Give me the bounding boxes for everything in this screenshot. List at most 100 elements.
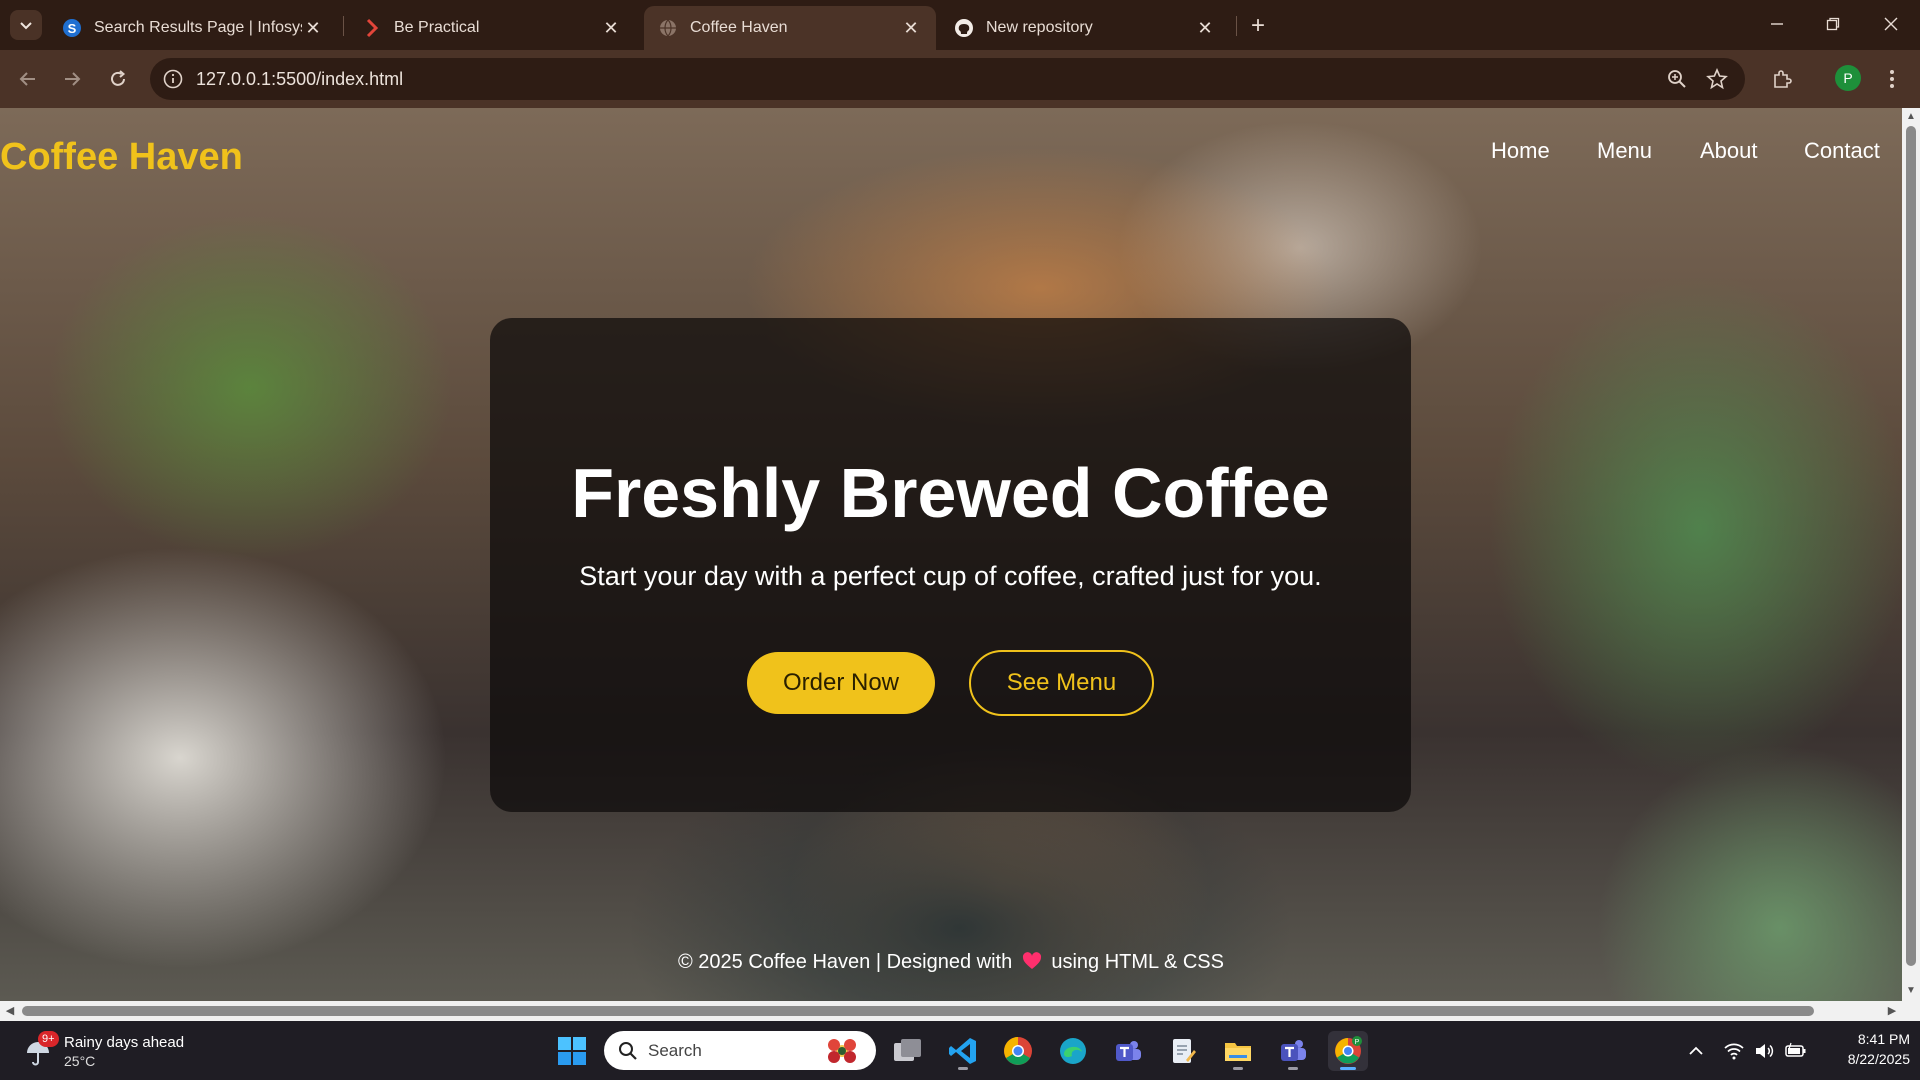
extensions-button[interactable]	[1766, 63, 1798, 95]
order-now-button[interactable]: Order Now	[747, 652, 935, 714]
hero-title: Freshly Brewed Coffee	[571, 454, 1330, 532]
zoom-icon[interactable]	[1666, 68, 1688, 90]
minimize-button[interactable]	[1754, 8, 1800, 40]
chrome-icon	[1004, 1037, 1032, 1065]
teams-taskbar-app[interactable]	[1108, 1031, 1148, 1071]
task-view-button[interactable]	[888, 1031, 928, 1071]
forward-button[interactable]	[56, 63, 88, 95]
volume-icon[interactable]	[1754, 1041, 1774, 1061]
reload-icon	[111, 70, 126, 86]
back-button[interactable]	[12, 63, 44, 95]
close-icon[interactable]: ✕	[302, 17, 324, 39]
site-navbar: Coffee Haven Home Menu About Contact	[0, 108, 1902, 208]
footer-copyright: © 2025 Coffee Haven | Designed with	[678, 951, 1013, 973]
close-icon[interactable]: ✕	[600, 17, 622, 39]
search-highlight-flower-icon	[822, 1035, 862, 1067]
chevron-down-icon	[20, 22, 32, 30]
chrome-icon: P	[1335, 1036, 1362, 1064]
github-icon	[954, 18, 974, 38]
nav-link-about[interactable]: About	[1700, 138, 1758, 164]
svg-text:P: P	[1355, 1039, 1360, 1046]
notification-badge: 9+	[38, 1031, 59, 1047]
running-indicator	[958, 1067, 968, 1070]
footer-tech: using HTML & CSS	[1051, 951, 1224, 973]
close-window-button[interactable]	[1868, 8, 1914, 40]
system-clock[interactable]: 8:41 PM 8/22/2025	[1820, 1029, 1910, 1069]
forward-arrow-icon	[65, 72, 81, 86]
active-indicator	[1340, 1067, 1356, 1070]
bookmark-star-icon[interactable]	[1706, 67, 1728, 90]
scroll-down-arrow-icon[interactable]: ▼	[1906, 986, 1916, 996]
profile-avatar[interactable]: P	[1835, 65, 1861, 91]
nav-link-contact[interactable]: Contact	[1804, 138, 1880, 164]
tab-divider	[1236, 16, 1237, 36]
horizontal-scrollbar[interactable]: ◀ ▶	[0, 1001, 1920, 1021]
tab-strip: S Search Results Page | Infosys Sp ✕ Be …	[0, 0, 1920, 50]
site-footer: © 2025 Coffee Haven | Designed with usin…	[0, 951, 1902, 974]
web-page: Coffee Haven Home Menu About Contact Fre…	[0, 108, 1902, 1001]
tab-title: Search Results Page | Infosys Sp	[94, 19, 302, 36]
site-logo[interactable]: Coffee Haven	[0, 136, 243, 179]
site-info-icon[interactable]	[162, 68, 184, 90]
teams-work-taskbar-app[interactable]	[1273, 1031, 1313, 1071]
url-text[interactable]: 127.0.0.1:5500/index.html	[196, 69, 403, 90]
back-arrow-icon	[19, 72, 35, 86]
wifi-icon[interactable]	[1724, 1041, 1744, 1061]
horizontal-scroll-thumb[interactable]	[22, 1006, 1814, 1016]
vscode-icon	[949, 1038, 976, 1064]
running-indicator	[1233, 1067, 1243, 1070]
tab-title: New repository	[986, 19, 1093, 36]
tab-divider	[343, 16, 344, 36]
browser-toolbar: 127.0.0.1:5500/index.html P	[0, 50, 1920, 108]
nav-link-home[interactable]: Home	[1491, 138, 1550, 164]
search-icon	[618, 1041, 638, 1061]
tab-new-repository[interactable]: New repository ✕	[940, 6, 1230, 50]
battery-charging-icon[interactable]	[1785, 1041, 1806, 1061]
vertical-scrollbar[interactable]: ▲ ▼	[1902, 108, 1920, 1001]
weather-headline: Rainy days ahead	[64, 1034, 185, 1051]
close-icon[interactable]: ✕	[1194, 17, 1216, 39]
infosys-springboard-icon: S	[62, 18, 82, 38]
clock-date: 8/22/2025	[1847, 1051, 1910, 1067]
close-icon	[1884, 17, 1898, 31]
puzzle-icon	[1774, 70, 1792, 88]
close-icon[interactable]: ✕	[900, 17, 922, 39]
scroll-right-arrow-icon[interactable]: ▶	[1886, 1005, 1898, 1017]
vscode-taskbar-app[interactable]	[943, 1031, 983, 1071]
reload-button[interactable]	[102, 63, 134, 95]
notepad-icon	[1173, 1039, 1196, 1063]
taskbar-search-box[interactable]: Search	[604, 1031, 876, 1070]
windows-logo-icon	[558, 1037, 586, 1065]
file-explorer-taskbar-app[interactable]	[1218, 1031, 1258, 1071]
vertical-scroll-thumb[interactable]	[1906, 126, 1916, 966]
windows-taskbar: 9+ Rainy days ahead 25°C Search P 8:41 P…	[0, 1021, 1920, 1080]
tab-search-button[interactable]	[10, 10, 42, 40]
scroll-left-arrow-icon[interactable]: ◀	[4, 1005, 16, 1017]
globe-icon	[658, 18, 678, 38]
edge-icon	[1060, 1038, 1086, 1064]
tab-infosys[interactable]: S Search Results Page | Infosys Sp ✕	[48, 6, 338, 50]
address-bar[interactable]: 127.0.0.1:5500/index.html	[150, 58, 1745, 100]
weather-temperature: 25°C	[64, 1053, 96, 1069]
browser-menu-button[interactable]	[1876, 63, 1908, 95]
start-button[interactable]	[552, 1031, 592, 1071]
scroll-up-arrow-icon[interactable]: ▲	[1906, 112, 1916, 122]
hero-card: Freshly Brewed Coffee Start your day wit…	[490, 318, 1411, 812]
edge-taskbar-app[interactable]	[1053, 1031, 1093, 1071]
running-indicator	[1288, 1067, 1298, 1070]
new-tab-button[interactable]: +	[1244, 12, 1272, 40]
restore-button[interactable]	[1810, 8, 1856, 40]
tab-coffee-haven[interactable]: Coffee Haven ✕	[644, 6, 936, 50]
weather-widget[interactable]: 9+ Rainy days ahead 25°C	[20, 1031, 190, 1071]
nav-link-menu[interactable]: Menu	[1597, 138, 1652, 164]
restore-icon	[1826, 17, 1840, 31]
tab-be-practical[interactable]: Be Practical ✕	[348, 6, 636, 50]
chrome-taskbar-app[interactable]	[998, 1031, 1038, 1071]
chrome-profile-taskbar-app[interactable]: P	[1328, 1031, 1368, 1071]
chevron-up-icon[interactable]	[1686, 1041, 1706, 1061]
notepad-taskbar-app[interactable]	[1163, 1031, 1203, 1071]
see-menu-button[interactable]: See Menu	[969, 650, 1154, 716]
folder-icon	[1225, 1043, 1251, 1061]
clock-time: 8:41 PM	[1857, 1031, 1910, 1047]
minimize-icon	[1771, 23, 1783, 25]
